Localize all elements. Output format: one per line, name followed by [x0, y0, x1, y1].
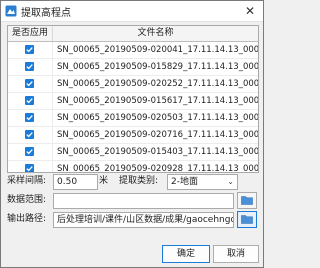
apply-checkbox[interactable] — [25, 130, 34, 139]
apply-cell — [8, 110, 53, 126]
sample-interval-input[interactable]: 0.50 — [53, 174, 98, 190]
window-title: 提取高程点 — [21, 8, 71, 19]
checkmark-icon — [26, 166, 33, 172]
filename-cell: SN_00065_20190509-015617_17.11.14.13_000… — [57, 96, 258, 106]
table-row[interactable]: SN_00065_20190509-020252_17.11.14.13_000… — [8, 76, 258, 93]
table-row[interactable]: SN_00065_20190509-020716_17.11.14.13_000… — [8, 127, 258, 144]
table-row[interactable]: SN_00065_20190509-020041_17.11.14.13_000… — [8, 42, 258, 59]
apply-checkbox[interactable] — [25, 79, 34, 88]
apply-checkbox[interactable] — [25, 147, 34, 156]
column-header-apply[interactable]: 是否应用 — [8, 26, 53, 41]
apply-cell — [8, 93, 53, 109]
table-row[interactable]: SN_00065_20190509-015403_17.11.14.13_000… — [8, 144, 258, 161]
folder-icon — [241, 196, 253, 205]
file-table: 是否应用 文件名称 SN_00065_20190509-020041_17.11… — [7, 25, 259, 173]
filename-cell: SN_00065_20190509-015403_17.11.14.13_000… — [57, 147, 258, 157]
apply-cell — [8, 59, 53, 75]
category-label: 提取类别: — [119, 176, 159, 186]
apply-checkbox[interactable] — [25, 113, 34, 122]
output-path-label: 输出路径: — [7, 214, 47, 224]
filename-cell: SN_00065_20190509-020928_17.11.14.13_000… — [57, 164, 258, 173]
table-row[interactable]: SN_00065_20190509-020503_17.11.14.13_000… — [8, 110, 258, 127]
filename-cell: SN_00065_20190509-020716_17.11.14.13_000… — [57, 130, 258, 140]
window-app-icon — [5, 5, 17, 17]
apply-cell — [8, 144, 53, 160]
column-header-filename[interactable]: 文件名称 — [53, 26, 258, 41]
checkmark-icon — [26, 81, 33, 87]
table-row[interactable]: SN_00065_20190509-015617_17.11.14.13_000… — [8, 93, 258, 110]
data-range-browse-button[interactable] — [237, 192, 257, 209]
checkmark-icon — [26, 47, 33, 53]
apply-cell — [8, 127, 53, 143]
filename-cell: SN_00065_20190509-015829_17.11.14.13_000… — [57, 62, 258, 72]
cancel-button[interactable]: 取消 — [213, 245, 259, 263]
dialog-window: 提取高程点 ✕ 是否应用 文件名称 SN_00065_20190509-0200… — [0, 0, 264, 268]
chevron-down-icon: ⌄ — [227, 177, 234, 186]
apply-checkbox[interactable] — [25, 96, 34, 105]
apply-cell — [8, 161, 53, 172]
filename-cell: SN_00065_20190509-020503_17.11.14.13_000… — [57, 113, 258, 123]
close-button[interactable]: ✕ — [237, 1, 263, 21]
checkmark-icon — [26, 132, 33, 138]
apply-cell — [8, 42, 53, 58]
output-path-browse-button[interactable] — [237, 211, 257, 228]
apply-checkbox[interactable] — [25, 45, 34, 54]
checkmark-icon — [26, 64, 33, 70]
apply-checkbox[interactable] — [25, 62, 34, 71]
category-select-value: 2-地面 — [171, 177, 198, 187]
category-select[interactable]: 2-地面 ⌄ — [167, 174, 238, 190]
sample-interval-label: 采样间隔: — [7, 176, 47, 186]
title-bar[interactable]: 提取高程点 ✕ — [1, 1, 263, 22]
sample-unit-label: 米 — [99, 176, 109, 186]
ok-button[interactable]: 确定 — [162, 245, 210, 263]
checkmark-icon — [26, 115, 33, 121]
data-range-label: 数据范围: — [7, 195, 47, 205]
table-row[interactable]: SN_00065_20190509-015829_17.11.14.13_000… — [8, 59, 258, 76]
filename-cell: SN_00065_20190509-020252_17.11.14.13_000… — [57, 79, 258, 89]
apply-checkbox[interactable] — [25, 164, 34, 172]
folder-icon — [241, 215, 253, 224]
table-header: 是否应用 文件名称 — [8, 26, 258, 42]
apply-cell — [8, 76, 53, 92]
output-path-input[interactable]: 后处理培训/课件/山区数据/成果/gaocehngdian.txt — [53, 212, 234, 228]
table-body: SN_00065_20190509-020041_17.11.14.13_000… — [8, 42, 258, 173]
data-range-input[interactable] — [53, 193, 234, 209]
checkmark-icon — [26, 98, 33, 104]
filename-cell: SN_00065_20190509-020041_17.11.14.13_000… — [57, 45, 258, 55]
table-row[interactable]: SN_00065_20190509-020928_17.11.14.13_000… — [8, 161, 258, 173]
checkmark-icon — [26, 149, 33, 155]
